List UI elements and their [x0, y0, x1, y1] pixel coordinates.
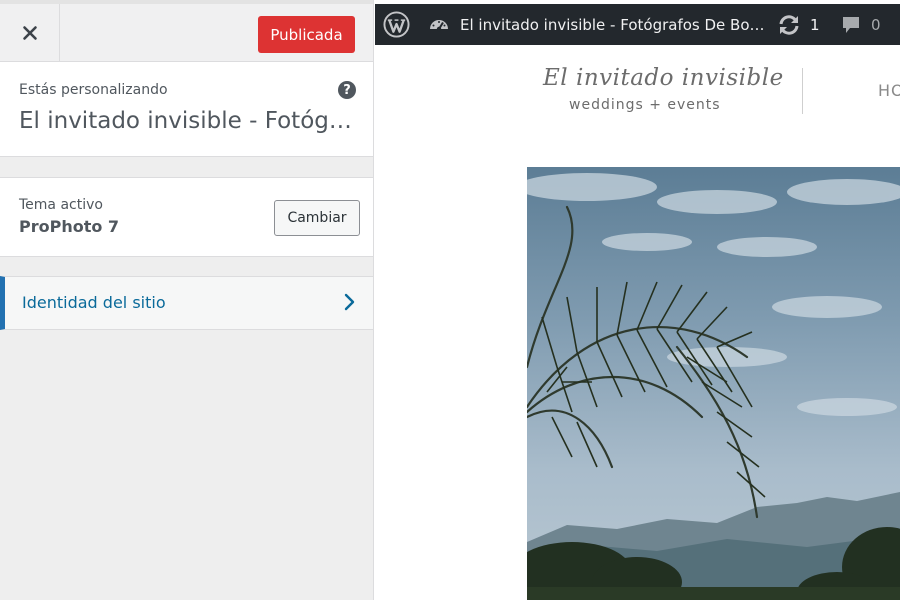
customize-info-panel: Estás personalizando ? El invitado invis… [0, 62, 373, 157]
nav-item-home[interactable]: HO [878, 81, 900, 100]
updates-count: 1 [810, 15, 820, 34]
help-icon[interactable]: ? [338, 81, 356, 99]
site-logo-title[interactable]: El invitado invisible [543, 65, 784, 91]
change-theme-button[interactable]: Cambiar [274, 200, 360, 236]
admin-bar-comments[interactable]: 0 [841, 4, 881, 45]
site-preview: El invitado invisible - Fotógrafos De Bo… [375, 0, 900, 600]
active-theme-name: ProPhoto 7 [19, 217, 120, 236]
publish-button[interactable]: Publicada [258, 16, 355, 53]
hero-image [527, 167, 900, 600]
nav-divider [802, 68, 803, 114]
close-customizer-button[interactable] [0, 4, 60, 61]
chevron-right-icon [344, 293, 355, 311]
admin-bar: El invitado invisible - Fotógrafos De Bo… [375, 4, 900, 45]
site-logo-tagline: weddings + events [569, 97, 721, 113]
ground [527, 587, 900, 600]
wordpress-logo-icon[interactable] [383, 4, 411, 45]
dashboard-icon [428, 4, 452, 45]
customizer-sidebar: Publicada Estás personalizando ? El invi… [0, 0, 374, 600]
site-header: El invitado invisible weddings + events … [375, 45, 900, 145]
comments-count: 0 [871, 15, 881, 34]
customizer-header: Publicada [0, 0, 373, 62]
updates-icon [779, 14, 799, 35]
admin-bar-site-name[interactable]: El invitado invisible - Fotógrafos De Bo… [460, 4, 765, 45]
admin-bar-updates[interactable]: 1 [777, 4, 820, 45]
customizing-label: Estás personalizando [19, 82, 168, 98]
active-theme-label: Tema activo [19, 197, 103, 213]
section-label: Identidad del sitio [22, 293, 166, 312]
close-icon [22, 25, 37, 40]
active-theme-panel: Tema activo ProPhoto 7 Cambiar [0, 177, 373, 257]
comments-icon [843, 16, 859, 33]
site-title: El invitado invisible - Fotógrafos De Bo… [19, 108, 354, 134]
section-site-identity[interactable]: Identidad del sitio [0, 276, 373, 330]
